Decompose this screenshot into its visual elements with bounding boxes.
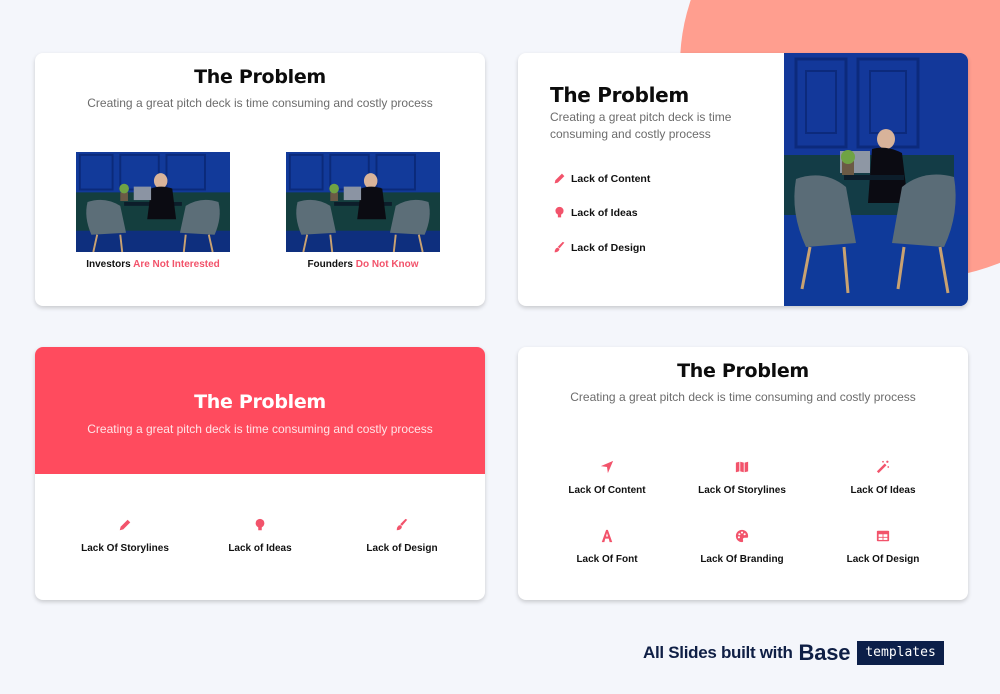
list-item-label: Lack of Ideas: [571, 206, 638, 219]
list-item-label: Lack of Content: [571, 172, 651, 185]
brand-logo: Base: [798, 640, 851, 665]
font-icon: [601, 529, 613, 543]
slide-title: The Problem: [550, 83, 689, 107]
pencil-icon: [119, 519, 131, 531]
feature-item: Lack of Ideas: [185, 518, 335, 556]
list-item-label: Lack of Design: [571, 241, 646, 254]
feature-label: Lack Of Design: [846, 554, 920, 565]
feature-label: Lack Of Ideas: [850, 485, 916, 496]
slide-card-3[interactable]: The Problem Creating a great pitch deck …: [35, 347, 485, 600]
feature-label: Lack Of Font: [576, 554, 638, 565]
lightbulb-icon: [555, 206, 564, 218]
slide-title: The Problem: [677, 360, 809, 382]
caption-lead: Investors: [86, 259, 131, 270]
table-icon: [876, 530, 890, 542]
slide-card-1[interactable]: The Problem Creating a great pitch deck …: [35, 53, 485, 306]
slide-subtitle: Creating a great pitch deck is time cons…: [550, 110, 732, 141]
feature-label: Lack of Design: [366, 543, 438, 554]
list-item: Lack of Design: [553, 241, 646, 254]
pencil-icon: [554, 173, 565, 184]
feature-item: Lack Of Branding: [667, 529, 817, 567]
location-arrow-icon: [600, 460, 614, 474]
lightbulb-icon: [255, 518, 265, 531]
feature-item: Lack Of Font: [532, 529, 682, 567]
slide-subtitle: Creating a great pitch deck is time cons…: [570, 390, 916, 404]
list-item: Lack of Ideas: [553, 206, 638, 219]
footer-lead-text: All Slides built with: [643, 643, 793, 662]
feature-item: Lack Of Storylines: [667, 460, 817, 498]
office-photo: [286, 152, 440, 252]
caption-lead: Founders: [307, 259, 353, 270]
caption-accent: Do Not Know: [355, 259, 419, 270]
slide-card-4[interactable]: The Problem Creating a great pitch deck …: [518, 347, 968, 600]
list-item: Lack of Content: [553, 172, 650, 185]
paintbrush-icon: [396, 518, 408, 531]
paintbrush-icon: [554, 241, 565, 253]
slide-subtitle: Creating a great pitch deck is time cons…: [87, 422, 433, 436]
footer-branding: All Slides built with Base templates: [643, 640, 944, 666]
office-photo: [784, 53, 968, 306]
feature-label: Lack of Ideas: [228, 543, 292, 554]
feature-label: Lack Of Content: [568, 485, 646, 496]
caption-accent: Are Not Interested: [133, 259, 220, 270]
image-caption: Founders Do Not Know: [263, 259, 463, 270]
feature-label: Lack Of Storylines: [81, 543, 169, 554]
feature-item: Lack Of Design: [808, 529, 958, 567]
feature-label: Lack Of Storylines: [698, 485, 786, 496]
slide-subtitle: Creating a great pitch deck is time cons…: [87, 96, 433, 110]
office-photo: [76, 152, 230, 252]
feature-item: Lack Of Storylines: [50, 518, 200, 556]
feature-item: Lack of Design: [327, 518, 477, 556]
brand-tag: templates: [857, 641, 944, 665]
slide-title: The Problem: [194, 391, 326, 413]
magic-wand-icon: [876, 460, 890, 474]
feature-item: Lack Of Content: [532, 460, 682, 498]
slide-title: The Problem: [194, 66, 326, 88]
palette-icon: [735, 529, 749, 543]
feature-item: Lack Of Ideas: [808, 460, 958, 498]
slide-card-2[interactable]: The Problem Creating a great pitch deck …: [518, 53, 968, 306]
map-icon: [735, 461, 749, 473]
image-caption: Investors Are Not Interested: [53, 259, 253, 270]
feature-label: Lack Of Branding: [700, 554, 784, 565]
